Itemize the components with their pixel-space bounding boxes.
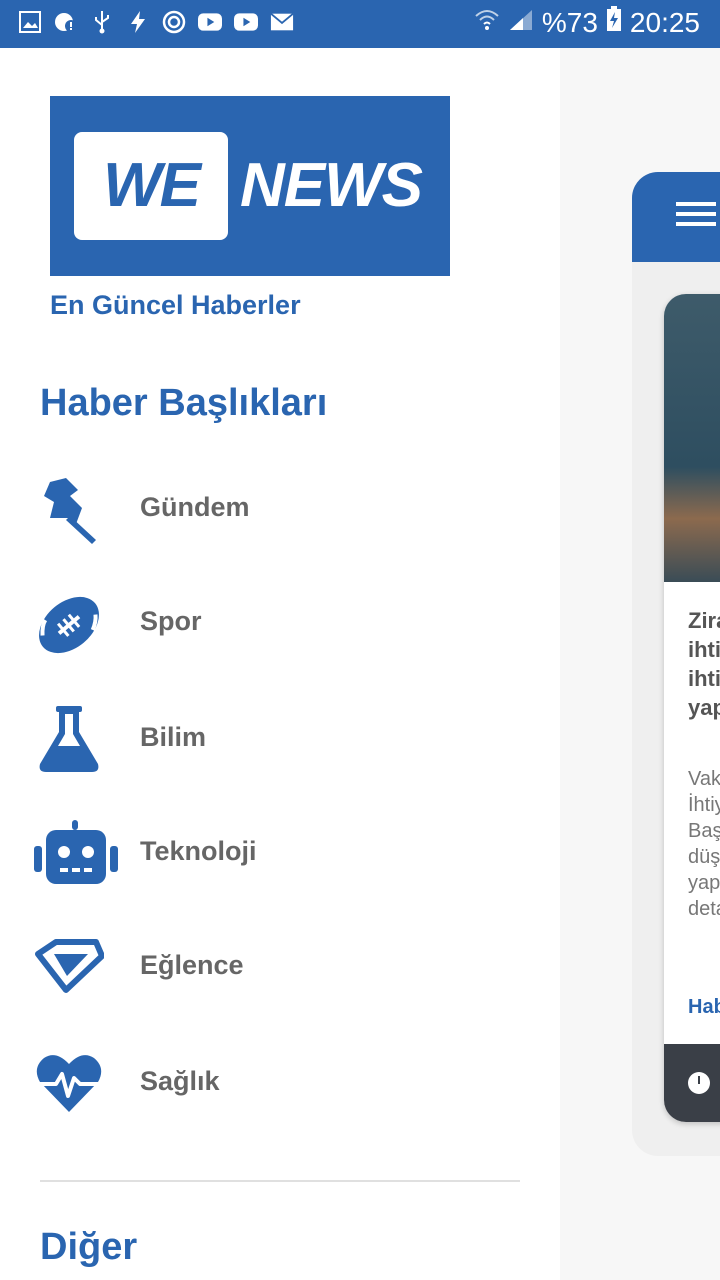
divider <box>40 1180 520 1182</box>
menu-label: Eğlence <box>140 950 244 980</box>
battery-percent: %73 <box>541 6 598 38</box>
logo-news-text: NEWS <box>240 151 423 220</box>
robot-icon <box>34 820 118 890</box>
flash-icon <box>126 10 150 34</box>
status-bar: %73 20:25 <box>0 0 720 48</box>
battery-icon <box>606 6 622 39</box>
youtube-icon <box>198 10 222 34</box>
diamond-icon <box>34 934 105 1004</box>
menu-item-teknoloji[interactable]: Teknoloji <box>30 820 530 910</box>
menu-item-gundem[interactable]: Gündem <box>30 476 530 566</box>
menu-icon[interactable] <box>676 202 716 232</box>
wifi-icon <box>474 7 500 39</box>
youtube-icon-2 <box>234 10 258 34</box>
app-logo: WE NEWS <box>50 96 450 276</box>
menu-item-bilim[interactable]: Bilim <box>30 706 530 796</box>
alert-icon <box>54 10 78 34</box>
logo-we-text: WE <box>103 151 201 220</box>
flask-icon <box>34 706 104 776</box>
menu-label: Teknoloji <box>140 836 257 866</box>
signal-icon <box>508 7 534 39</box>
menu-item-eglence[interactable]: Eğlence <box>30 934 530 1024</box>
news-description: Vak İhtiy Baş düş yap deta <box>688 768 720 920</box>
heartbeat-icon <box>34 1050 104 1120</box>
menu-label: Bilim <box>140 722 207 752</box>
news-title: Zira ihti ihti yap <box>688 608 720 720</box>
mail-icon <box>270 10 294 34</box>
section-title-news-categories: Haber Başlıkları <box>40 382 328 424</box>
section-title-other: Diğer <box>40 1226 138 1268</box>
menu-label: Gündem <box>140 492 250 522</box>
menu-item-spor[interactable]: Spor <box>30 590 530 680</box>
pin-icon <box>34 476 104 546</box>
tagline: En Güncel Haberler <box>50 290 301 320</box>
logo-we-box: WE <box>74 132 228 240</box>
news-source[interactable]: Hab <box>688 996 720 1019</box>
football-icon <box>34 590 104 660</box>
menu-item-saglik[interactable]: Sağlık <box>30 1050 530 1140</box>
news-image <box>664 294 720 582</box>
app-toolbar <box>632 172 720 262</box>
status-right: %73 20:25 <box>474 6 700 39</box>
sync-icon <box>162 10 186 34</box>
usb-icon <box>90 10 114 34</box>
main-app-background: Zira ihti ihti yap Vak İhtiy Baş düş yap… <box>560 48 720 1280</box>
notification-icons <box>18 10 294 34</box>
clock-time: 20:25 <box>629 6 700 38</box>
clock-icon <box>688 1072 710 1094</box>
menu-label: Spor <box>140 606 202 636</box>
navigation-drawer: WE NEWS En Güncel Haberler Haber Başlıkl… <box>0 48 560 1280</box>
menu-label: Sağlık <box>140 1066 220 1096</box>
news-footer <box>664 1044 720 1122</box>
news-card[interactable]: Zira ihti ihti yap Vak İhtiy Baş düş yap… <box>664 294 720 1122</box>
gallery-icon <box>18 10 42 34</box>
